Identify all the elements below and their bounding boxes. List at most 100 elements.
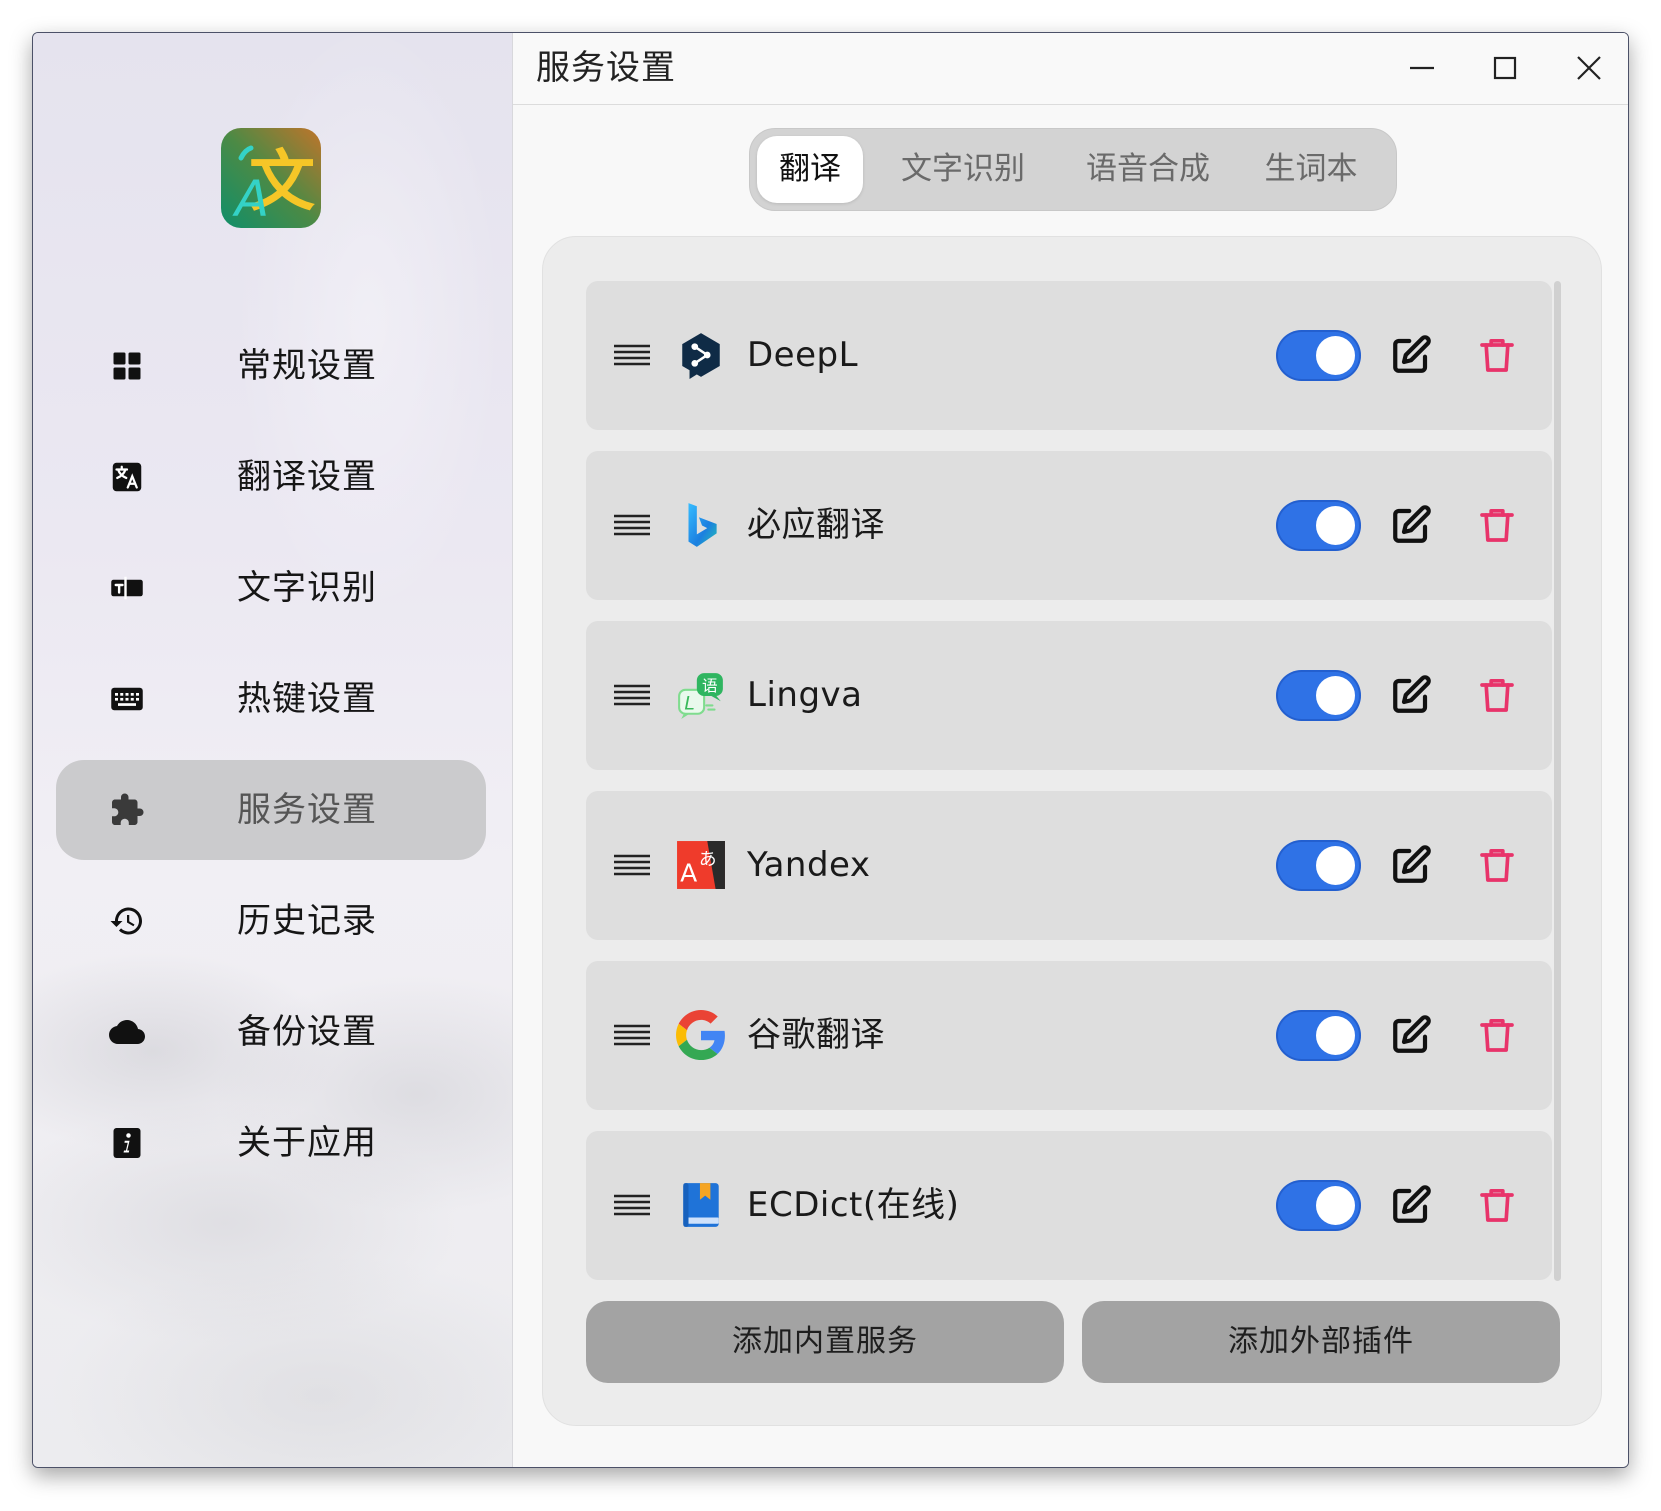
- service-name: Lingva: [747, 675, 863, 715]
- sidebar: 文 A 常规设置 翻译设置 文字识别 热键设置 服务设置 历史记录 备份设置 关…: [33, 33, 513, 1467]
- sidebar-nav: 常规设置 翻译设置 文字识别 热键设置 服务设置 历史记录 备份设置 关于应用: [56, 316, 486, 1204]
- delete-icon: [1480, 509, 1514, 542]
- delete-button[interactable]: [1477, 674, 1517, 716]
- service-toggle[interactable]: [1276, 330, 1361, 381]
- minimize-button[interactable]: [1402, 48, 1442, 88]
- toggle-knob: [1316, 506, 1355, 545]
- main-panel: 服务设置 翻译 文字识别 语音合成 生词本 DeepL 必应翻译 L 语 Lin…: [513, 33, 1628, 1467]
- service-row-yandex: A あ Yandex: [586, 791, 1552, 940]
- maximize-icon: [1493, 56, 1517, 80]
- service-name: DeepL: [747, 335, 859, 375]
- sidebar-item-label: 常规设置: [237, 346, 377, 386]
- sidebar-item-label: 历史记录: [237, 901, 377, 941]
- tab-vocabulary[interactable]: 生词本: [1233, 136, 1389, 203]
- edit-icon: [1393, 505, 1431, 543]
- service-name: Yandex: [747, 845, 871, 885]
- delete-icon: [1480, 679, 1514, 712]
- tab-ocr[interactable]: 文字识别: [863, 136, 1063, 203]
- lingva-logo-icon: L 语: [676, 670, 726, 720]
- add-external-plugin-button[interactable]: 添加外部插件: [1082, 1301, 1560, 1383]
- bing-logo-icon: [676, 500, 726, 550]
- edit-icon: [1393, 1015, 1431, 1053]
- sidebar-item-hotkey-settings[interactable]: 热键设置: [56, 649, 486, 749]
- sidebar-item-history[interactable]: 历史记录: [56, 871, 486, 971]
- edit-icon: [1393, 335, 1431, 373]
- drag-handle-icon[interactable]: [613, 513, 651, 537]
- ocr-icon: [109, 570, 145, 606]
- edit-icon: [1393, 1185, 1431, 1223]
- toggle-knob: [1316, 1016, 1355, 1055]
- edit-button[interactable]: [1390, 1184, 1432, 1226]
- delete-icon: [1480, 339, 1514, 372]
- info-icon: [109, 1125, 145, 1161]
- service-name: ECDict(在线): [747, 1185, 960, 1225]
- tab-tts[interactable]: 语音合成: [1063, 136, 1233, 203]
- add-builtin-service-button[interactable]: 添加内置服务: [586, 1301, 1064, 1383]
- service-row-google: 谷歌翻译: [586, 961, 1552, 1110]
- google-logo-icon: [676, 1010, 726, 1060]
- sidebar-item-service-settings[interactable]: 服务设置: [56, 760, 486, 860]
- service-list-scrollbar[interactable]: [1554, 281, 1561, 1281]
- edit-button[interactable]: [1390, 504, 1432, 546]
- sidebar-item-label: 关于应用: [237, 1123, 377, 1163]
- deepl-logo-icon: [676, 330, 726, 380]
- toggle-knob: [1316, 846, 1355, 885]
- translate-icon: [109, 459, 145, 495]
- sidebar-item-label: 热键设置: [237, 679, 377, 719]
- edit-button[interactable]: [1390, 1014, 1432, 1056]
- close-button[interactable]: [1569, 48, 1609, 88]
- drag-handle-icon[interactable]: [613, 343, 651, 367]
- toggle-knob: [1316, 1186, 1355, 1225]
- drag-handle-icon[interactable]: [613, 1193, 651, 1217]
- drag-handle-icon[interactable]: [613, 1023, 651, 1047]
- edit-button[interactable]: [1390, 674, 1432, 716]
- delete-button[interactable]: [1477, 1014, 1517, 1056]
- delete-icon: [1480, 1189, 1514, 1222]
- service-list-panel: DeepL 必应翻译 L 语 Lingva A あ Yandex 谷歌翻译 EC…: [542, 236, 1602, 1426]
- service-toggle[interactable]: [1276, 1010, 1361, 1061]
- service-actions: 添加内置服务 添加外部插件: [586, 1301, 1561, 1383]
- sidebar-item-label: 服务设置: [237, 790, 377, 830]
- service-toggle[interactable]: [1276, 500, 1361, 551]
- app-logo-glyph-sub: A: [232, 170, 269, 228]
- service-toggle[interactable]: [1276, 1180, 1361, 1231]
- maximize-button[interactable]: [1485, 48, 1525, 88]
- sidebar-item-backup-settings[interactable]: 备份设置: [56, 982, 486, 1082]
- sidebar-item-general-settings[interactable]: 常规设置: [56, 316, 486, 416]
- delete-button[interactable]: [1477, 334, 1517, 376]
- service-row-bing: 必应翻译: [586, 451, 1552, 600]
- yandex-logo-letter: A: [680, 859, 697, 888]
- edit-button[interactable]: [1390, 844, 1432, 886]
- delete-button[interactable]: [1477, 504, 1517, 546]
- service-row-lingva: L 语 Lingva: [586, 621, 1552, 770]
- service-name: 必应翻译: [747, 505, 885, 545]
- drag-handle-icon[interactable]: [613, 683, 651, 707]
- puzzle-icon: [109, 792, 145, 828]
- title-bar[interactable]: 服务设置: [513, 33, 1628, 105]
- lingva-logo-glyph: 语: [702, 677, 718, 695]
- service-toggle[interactable]: [1276, 670, 1361, 721]
- drag-handle-icon[interactable]: [613, 853, 651, 877]
- edit-icon: [1393, 845, 1431, 883]
- service-list: DeepL 必应翻译 L 语 Lingva A あ Yandex 谷歌翻译 EC…: [586, 281, 1552, 1301]
- toggle-knob: [1316, 336, 1355, 375]
- delete-button[interactable]: [1477, 1184, 1517, 1226]
- sidebar-item-about[interactable]: 关于应用: [56, 1093, 486, 1193]
- toggle-knob: [1316, 676, 1355, 715]
- sidebar-item-translate-settings[interactable]: 翻译设置: [56, 427, 486, 527]
- sidebar-item-label: 文字识别: [237, 568, 377, 608]
- delete-button[interactable]: [1477, 844, 1517, 886]
- delete-icon: [1480, 1019, 1514, 1052]
- delete-icon: [1480, 849, 1514, 882]
- keyboard-icon: [109, 681, 145, 717]
- close-icon: [1577, 56, 1601, 80]
- tab-translate[interactable]: 翻译: [757, 136, 863, 203]
- service-toggle[interactable]: [1276, 840, 1361, 891]
- edit-icon: [1393, 675, 1431, 713]
- window-title: 服务设置: [536, 48, 676, 88]
- service-name: 谷歌翻译: [747, 1015, 885, 1055]
- service-row-ecdict: ECDict(在线): [586, 1131, 1552, 1280]
- edit-button[interactable]: [1390, 334, 1432, 376]
- lingva-logo-letter: L: [684, 694, 694, 715]
- sidebar-item-ocr-settings[interactable]: 文字识别: [56, 538, 486, 638]
